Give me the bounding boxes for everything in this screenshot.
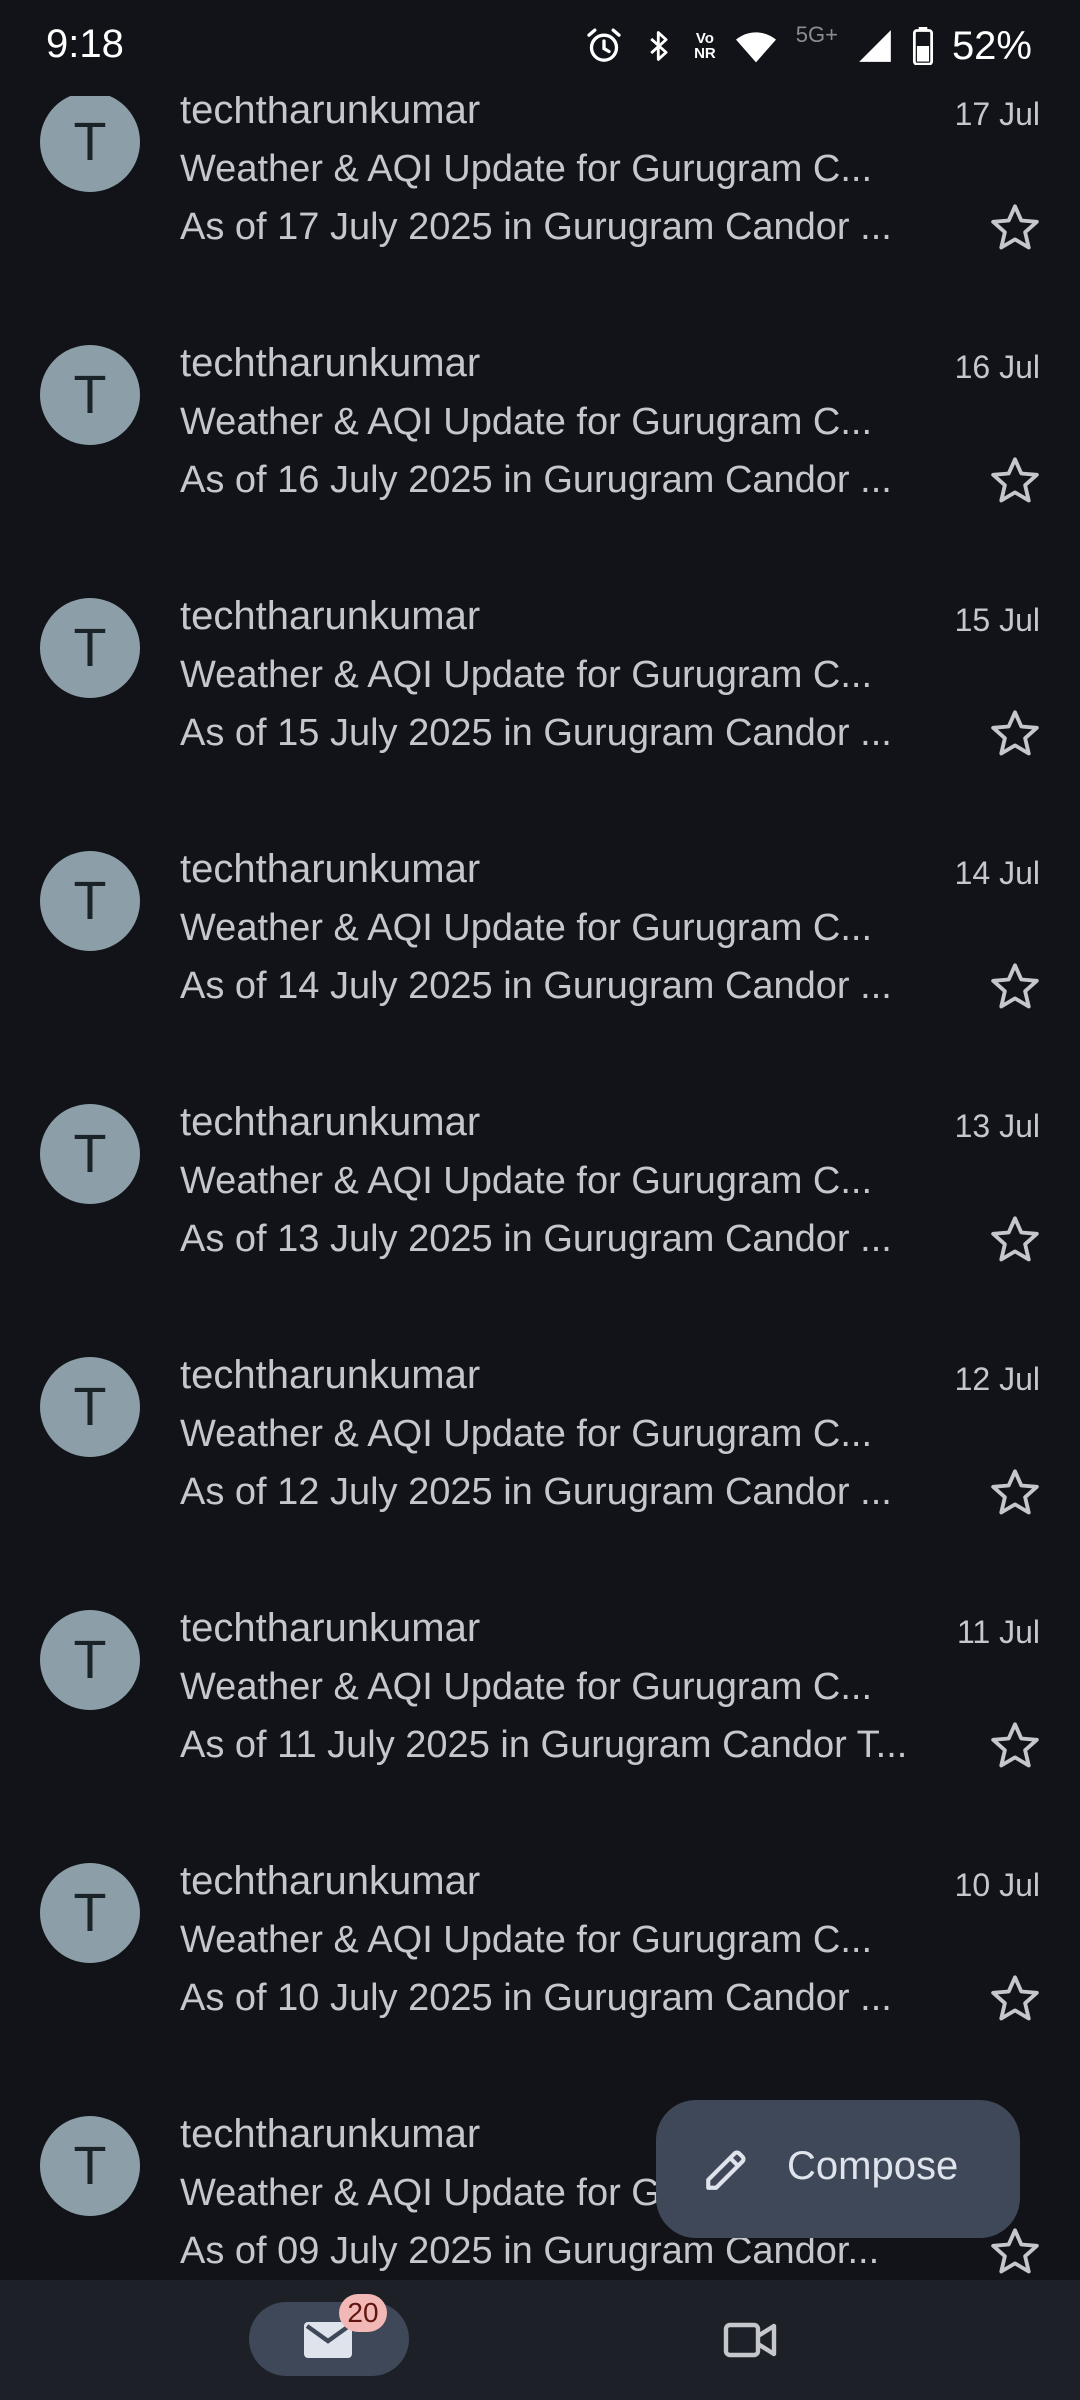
- sender-avatar[interactable]: T: [40, 345, 140, 445]
- unread-count-badge: 20: [339, 2294, 387, 2332]
- email-list[interactable]: Ttechtharunkumar 17 Jul Weather & AQI Upda…: [0, 0, 1080, 2280]
- star-icon[interactable]: [988, 1212, 1042, 1266]
- network-type-label: 5G+: [795, 22, 838, 47]
- star-icon[interactable]: [988, 453, 1042, 507]
- volte-icon: Vo NR: [694, 31, 716, 61]
- email-snippet: As of 13 July 2025 in Gurugram Candor ..…: [180, 1218, 892, 1260]
- star-icon[interactable]: [988, 706, 1042, 760]
- status-bar: 9:18 Vo NR 5G+ 52%: [0, 0, 1080, 96]
- sender-avatar[interactable]: T: [40, 2116, 140, 2216]
- volte-bottom-label: NR: [694, 45, 716, 62]
- star-icon[interactable]: [988, 1718, 1042, 1772]
- nav-meet-tab[interactable]: [712, 2302, 788, 2376]
- email-row[interactable]: Ttechtharunkumar 14 Jul Weather & AQI Upda…: [0, 847, 1080, 1104]
- email-sender: techtharunkumar: [180, 594, 481, 638]
- volte-top-label: Vo: [695, 30, 714, 47]
- nav-mail-tab[interactable]: 20: [249, 2294, 409, 2376]
- video-camera-icon: [723, 2322, 777, 2358]
- email-subject: Weather & AQI Update for Gurugram C...: [180, 401, 873, 443]
- email-subject: Weather & AQI Update for Gurugram C...: [180, 1413, 873, 1455]
- battery-percentage: 52%: [951, 23, 1032, 68]
- sender-avatar[interactable]: T: [40, 1863, 140, 1963]
- email-sender: techtharunkumar: [180, 1859, 481, 1903]
- email-sender: techtharunkumar: [180, 2112, 481, 2156]
- email-date: 10 Jul: [954, 1867, 1040, 1903]
- email-snippet: As of 10 July 2025 in Gurugram Candor ..…: [180, 1977, 892, 2019]
- email-subject: Weather & AQI Update for Gurugram C...: [180, 654, 873, 696]
- email-subject: Weather & AQI Update for Gurugram C...: [180, 1919, 873, 1961]
- email-subject: Weather & AQI Update for Gurugram C...: [180, 1666, 873, 1708]
- pencil-icon: [706, 2150, 746, 2190]
- email-row[interactable]: Ttechtharunkumar 16 Jul Weather & AQI Upda…: [0, 341, 1080, 598]
- email-sender: techtharunkumar: [180, 847, 481, 891]
- email-subject: Weather & AQI Update for Gurugram C...: [180, 1160, 873, 1202]
- email-snippet: As of 15 July 2025 in Gurugram Candor ..…: [180, 712, 892, 754]
- sender-avatar[interactable]: T: [40, 1104, 140, 1204]
- email-date: 17 Jul: [954, 96, 1040, 132]
- compose-label: Compose: [787, 2144, 959, 2188]
- bluetooth-icon: [642, 26, 676, 66]
- cellular-signal-icon: [856, 27, 894, 65]
- email-row[interactable]: Ttechtharunkumar 13 Jul Weather & AQI Upda…: [0, 1100, 1080, 1357]
- sender-avatar[interactable]: T: [40, 1357, 140, 1457]
- email-date: 12 Jul: [954, 1361, 1040, 1397]
- email-row[interactable]: Ttechtharunkumar 10 Jul Weather & AQI Upda…: [0, 1859, 1080, 2116]
- star-icon[interactable]: [988, 1971, 1042, 2025]
- sender-avatar[interactable]: T: [40, 851, 140, 951]
- email-subject: Weather & AQI Update for Gurugram C...: [180, 907, 873, 949]
- email-date: 11 Jul: [956, 1614, 1040, 1650]
- status-time: 9:18: [46, 22, 124, 66]
- email-snippet: As of 14 July 2025 in Gurugram Candor ..…: [180, 965, 892, 1007]
- bottom-navigation: 20: [0, 2280, 1080, 2400]
- email-sender: techtharunkumar: [180, 1606, 481, 1650]
- compose-button[interactable]: Compose: [656, 2100, 1020, 2238]
- email-sender: techtharunkumar: [180, 1353, 481, 1397]
- email-sender: techtharunkumar: [180, 341, 481, 385]
- sender-avatar[interactable]: T: [40, 92, 140, 192]
- email-row[interactable]: Ttechtharunkumar 15 Jul Weather & AQI Upda…: [0, 594, 1080, 851]
- email-date: 14 Jul: [954, 855, 1040, 891]
- sender-avatar[interactable]: T: [40, 1610, 140, 1710]
- status-icons: Vo NR 5G+ 52%: [584, 20, 1032, 72]
- star-icon[interactable]: [988, 200, 1042, 254]
- battery-icon: [912, 27, 934, 65]
- email-date: 13 Jul: [954, 1108, 1040, 1144]
- email-date: 15 Jul: [954, 602, 1040, 638]
- gmail-inbox-screen: Ttechtharunkumar 17 Jul Weather & AQI Upda…: [0, 0, 1080, 2400]
- email-subject: Weather & AQI Update for Gurugram C...: [180, 148, 873, 190]
- email-snippet: As of 12 July 2025 in Gurugram Candor ..…: [180, 1471, 892, 1513]
- email-sender: techtharunkumar: [180, 1100, 481, 1144]
- email-snippet: As of 16 July 2025 in Gurugram Candor ..…: [180, 459, 892, 501]
- alarm-icon: [584, 26, 624, 66]
- email-row[interactable]: Ttechtharunkumar 11 Jul Weather & AQI Upda…: [0, 1606, 1080, 1863]
- email-snippet: As of 11 July 2025 in Gurugram Candor T.…: [180, 1724, 908, 1766]
- email-date: 16 Jul: [954, 349, 1040, 385]
- email-row[interactable]: Ttechtharunkumar 12 Jul Weather & AQI Upda…: [0, 1353, 1080, 1610]
- star-icon[interactable]: [988, 959, 1042, 1013]
- email-row[interactable]: Ttechtharunkumar 17 Jul Weather & AQI Upda…: [0, 88, 1080, 345]
- email-snippet: As of 17 July 2025 in Gurugram Candor ..…: [180, 206, 892, 248]
- wifi-icon: [734, 26, 778, 66]
- sender-avatar[interactable]: T: [40, 598, 140, 698]
- star-icon[interactable]: [988, 1465, 1042, 1519]
